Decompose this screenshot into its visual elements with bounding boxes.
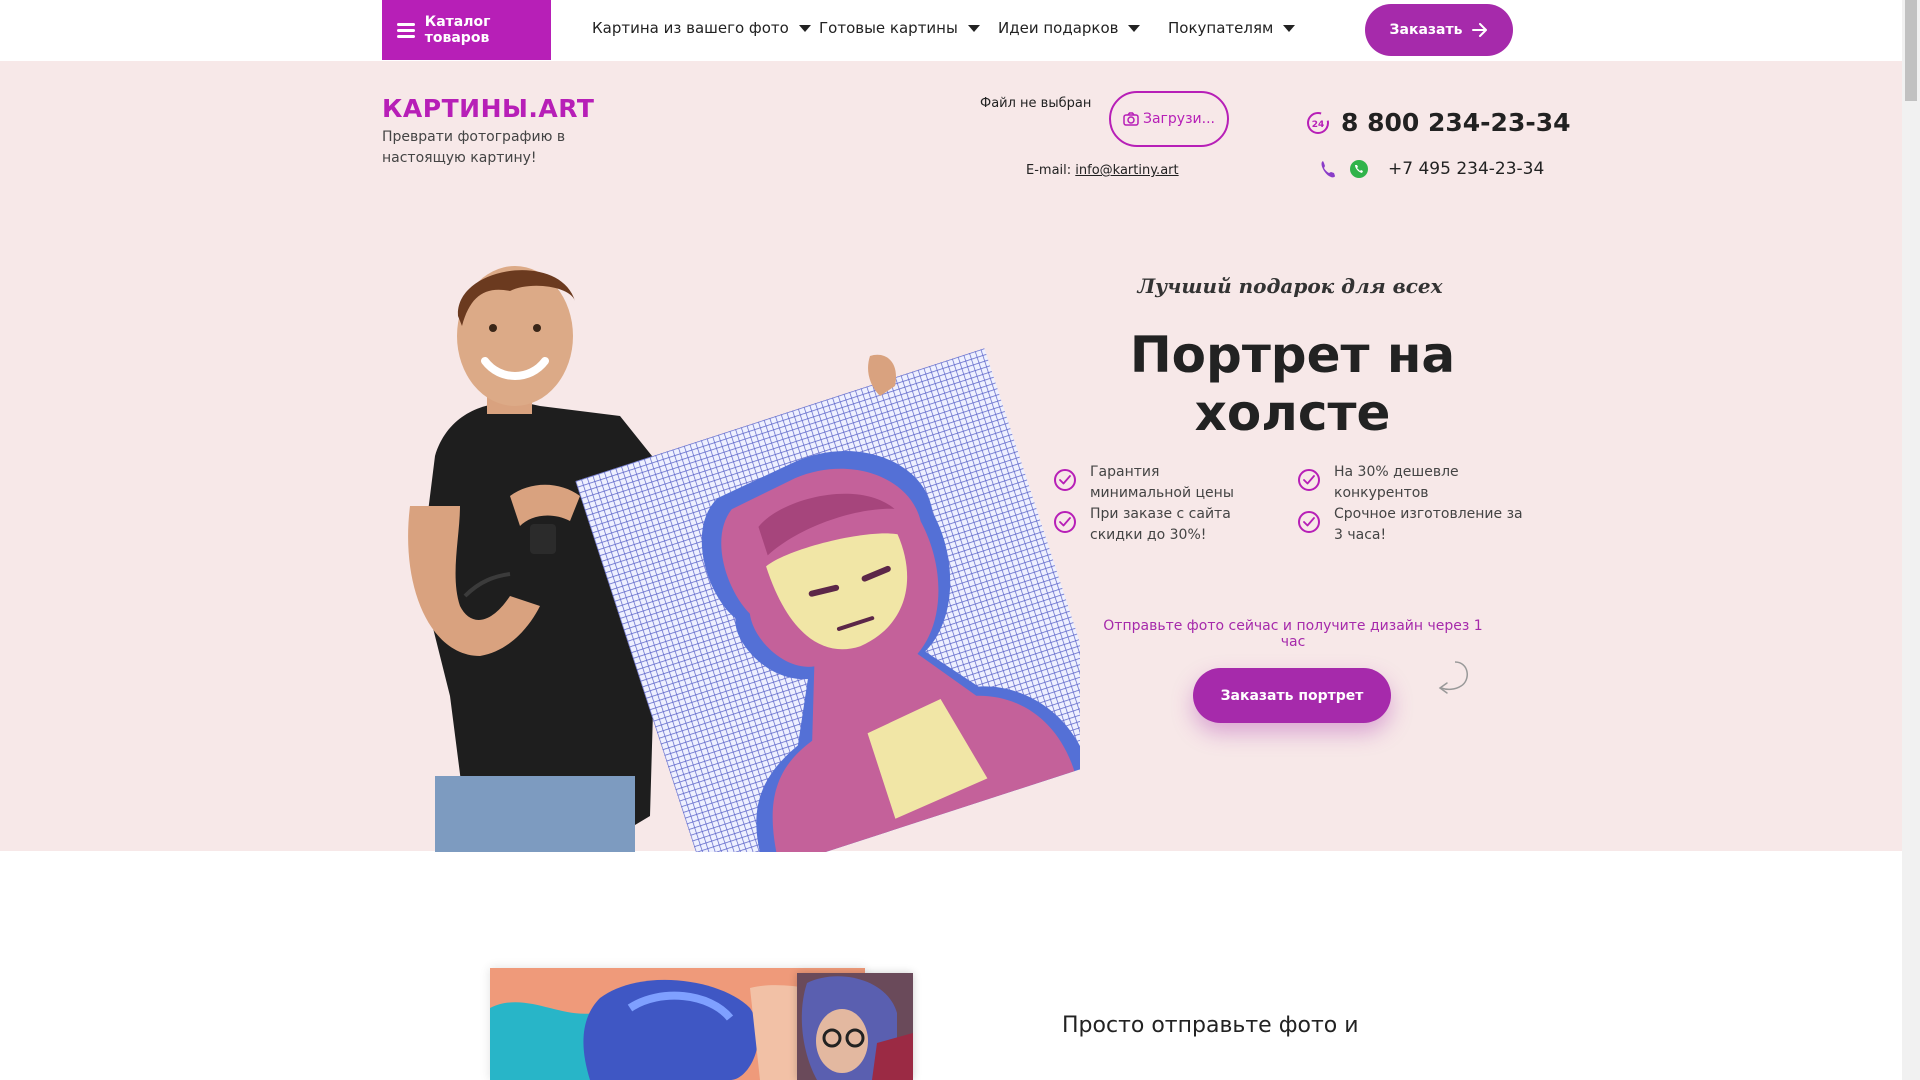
order-label: Заказать <box>1389 22 1463 38</box>
phone-alt-number: +7 495 234-23-34 <box>1388 159 1545 179</box>
hero-section: КАРТИНЫ.ART Преврати фотографию в настоя… <box>0 61 1902 852</box>
original-photo-image <box>797 973 913 1080</box>
nav-item-photo-painting[interactable]: Картина из вашего фото <box>592 19 811 37</box>
catalog-button[interactable]: Каталог товаров <box>382 0 551 60</box>
check-icon <box>1298 469 1320 491</box>
chevron-down-icon <box>967 24 980 32</box>
nav-item-ready-paintings[interactable]: Готовые картины <box>819 19 980 37</box>
arrow-right-icon <box>1472 23 1488 37</box>
chevron-down-icon <box>1283 24 1296 32</box>
camera-icon <box>1123 112 1139 126</box>
section-title: Просто отправьте фото и <box>1062 1013 1359 1038</box>
phone-alt[interactable]: +7 495 234-23-34 <box>1318 158 1544 180</box>
nav-item-buyers[interactable]: Покупателям <box>1168 19 1296 37</box>
check-icon <box>1298 511 1320 533</box>
feature-item: На 30% дешевле конкурентов <box>1298 462 1528 504</box>
check-icon <box>1054 511 1076 533</box>
email-link[interactable]: info@kartiny.art <box>1075 163 1178 178</box>
nav-item-gift-ideas[interactable]: Идеи подарков <box>998 19 1141 37</box>
svg-text:24: 24 <box>1312 120 1325 130</box>
chevron-down-icon <box>1128 24 1141 32</box>
scrollbar-thumb[interactable] <box>1905 0 1917 101</box>
email-label: E-mail: <box>1026 163 1072 178</box>
order-button[interactable]: Заказать <box>1365 4 1513 56</box>
email-line: E-mail: info@kartiny.art <box>1026 163 1179 178</box>
chevron-down-icon <box>798 24 811 32</box>
phone-main[interactable]: 24 8 800 234-23-34 <box>1305 108 1571 137</box>
hero-subtitle: Лучший подарок для всех <box>1137 274 1443 298</box>
viber-icon[interactable] <box>1318 158 1340 180</box>
check-icon <box>1054 469 1076 491</box>
nav-item-label: Покупателям <box>1168 19 1274 37</box>
order-portrait-button[interactable]: Заказать портрет <box>1193 668 1391 723</box>
feature-item: Гарантия минимальной цены <box>1054 462 1264 504</box>
menu-icon <box>397 22 415 38</box>
nav-item-label: Картина из вашего фото <box>592 19 789 37</box>
logo[interactable]: КАРТИНЫ.ART <box>382 94 594 123</box>
page-title: Портрет на холсте <box>1129 326 1456 442</box>
feature-text: На 30% дешевле конкурентов <box>1334 464 1459 501</box>
cta-text: Отправьте фото сейчас и получите дизайн … <box>1103 618 1483 650</box>
nav-item-label: Готовые картины <box>819 19 958 37</box>
file-status: Файл не выбран <box>980 96 1092 111</box>
upload-button[interactable]: Загрузи... <box>1109 91 1229 147</box>
whatsapp-icon[interactable] <box>1348 158 1370 180</box>
phone-main-number: 8 800 234-23-34 <box>1341 108 1571 137</box>
feature-text: Гарантия минимальной цены <box>1090 464 1234 501</box>
upload-label: Загрузи... <box>1143 111 1215 127</box>
tagline: Преврати фотографию в настоящую картину! <box>382 129 566 166</box>
scrollbar[interactable] <box>1902 0 1920 1080</box>
feature-text: Срочное изготовление за 3 часа! <box>1334 506 1523 543</box>
feature-item: При заказе с сайта скидки до 30%! <box>1054 504 1264 546</box>
feature-text: При заказе с сайта скидки до 30%! <box>1090 506 1231 543</box>
hero-image <box>408 266 1080 852</box>
curved-arrow-icon <box>1438 661 1468 694</box>
catalog-label: Каталог товаров <box>424 14 491 46</box>
phone-24-icon: 24 <box>1307 111 1329 134</box>
feature-item: Срочное изготовление за 3 часа! <box>1298 504 1528 546</box>
top-navigation: Каталог товаров Картина из вашего фото Г… <box>0 0 1902 60</box>
nav-item-label: Идеи подарков <box>998 19 1119 37</box>
